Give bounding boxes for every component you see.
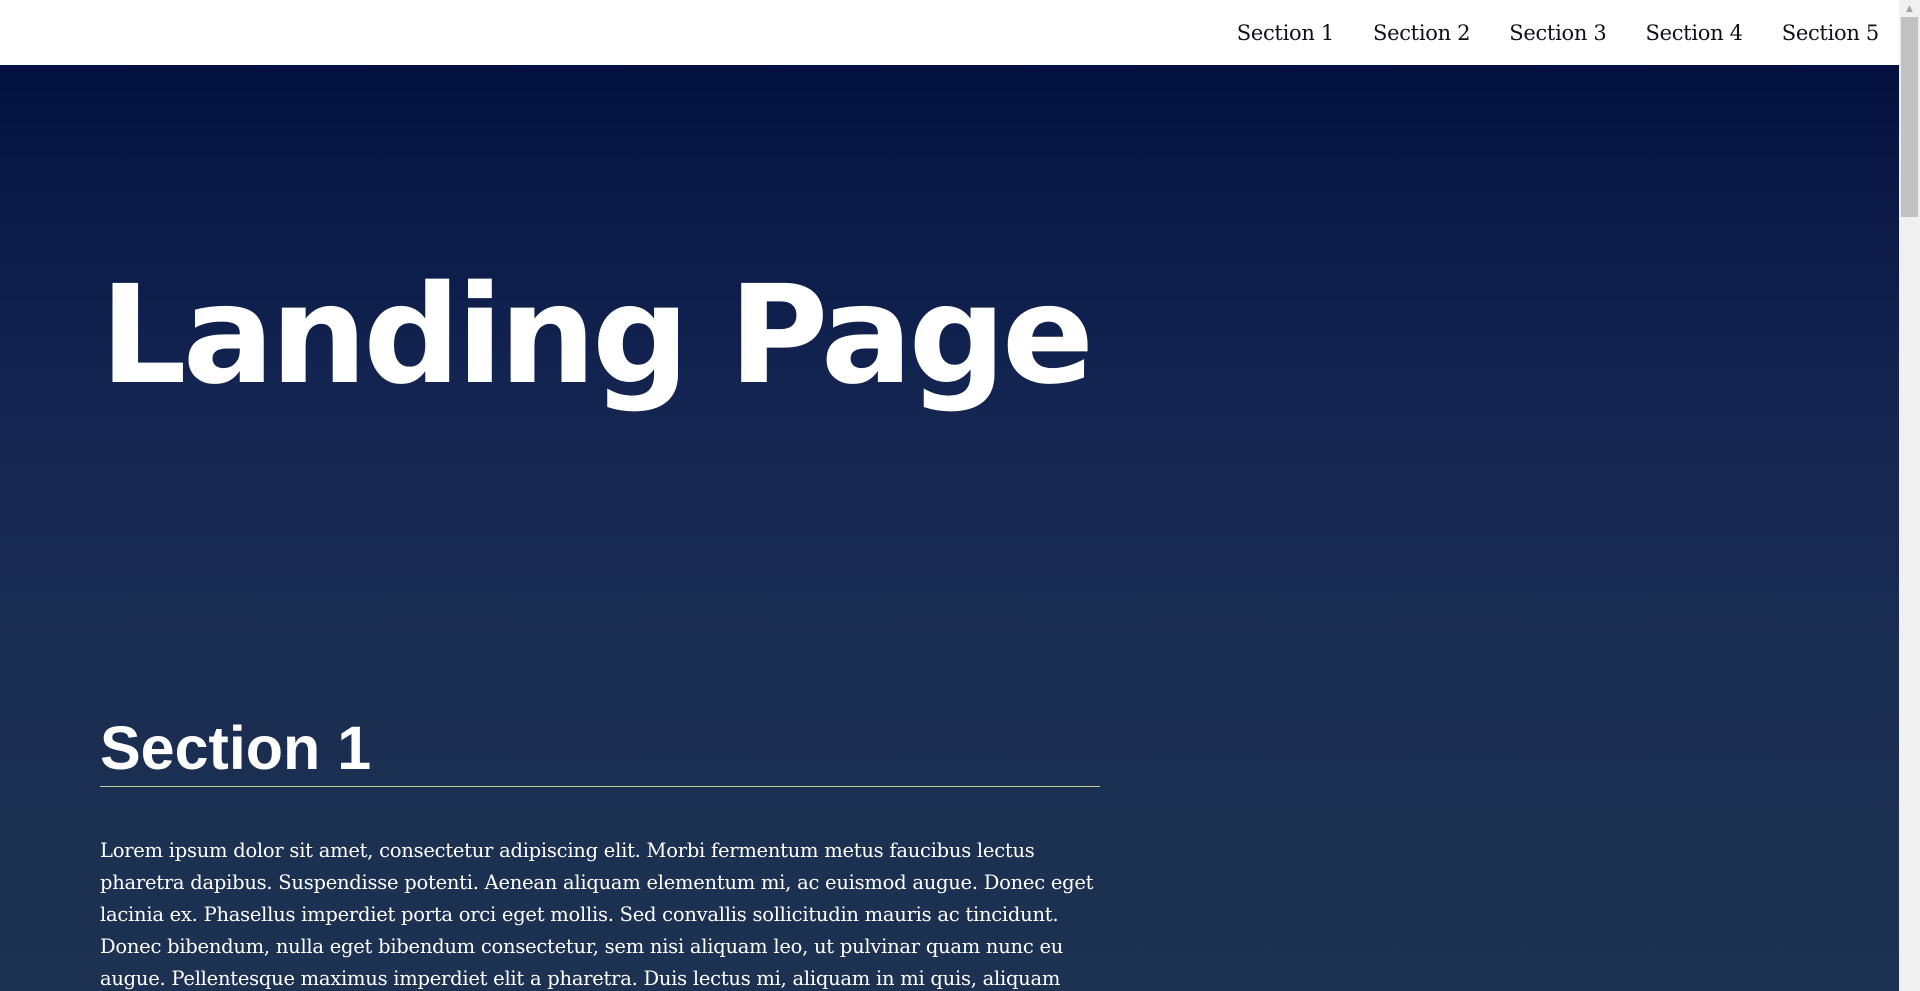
section-1: Section 1 Lorem ipsum dolor sit amet, co… (100, 714, 1100, 991)
nav-item-section-5[interactable]: Section 5 (1782, 21, 1880, 45)
vertical-scrollbar[interactable]: ▲ (1899, 0, 1920, 991)
section-1-title: Section 1 (100, 714, 1100, 788)
navigation-bar: Section 1 Section 2 Section 3 Section 4 … (0, 0, 1899, 65)
scroll-up-arrow-icon[interactable]: ▲ (1899, 0, 1920, 17)
nav-item-section-1[interactable]: Section 1 (1237, 21, 1335, 45)
hero-title: Landing Page (100, 257, 1094, 415)
page-viewport: Section 1 Section 2 Section 3 Section 4 … (0, 0, 1899, 991)
nav-item-section-2[interactable]: Section 2 (1373, 21, 1471, 45)
scrollbar-thumb[interactable] (1901, 17, 1918, 217)
nav-item-section-4[interactable]: Section 4 (1646, 21, 1744, 45)
nav-item-section-3[interactable]: Section 3 (1509, 21, 1607, 45)
section-1-body: Lorem ipsum dolor sit amet, consectetur … (100, 839, 1094, 991)
browser-page: Section 1 Section 2 Section 3 Section 4 … (0, 0, 1920, 991)
